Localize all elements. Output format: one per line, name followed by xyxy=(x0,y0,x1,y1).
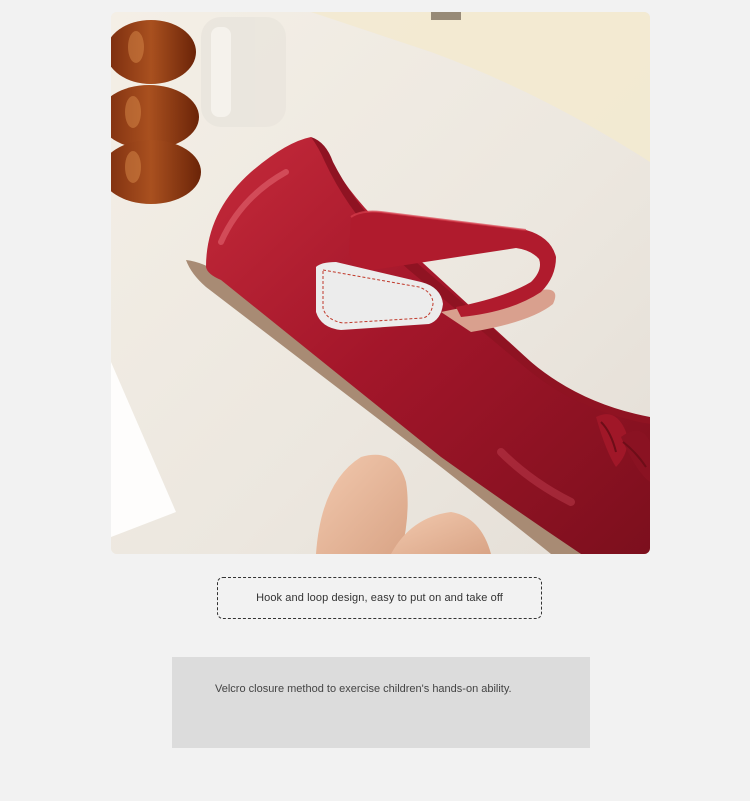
shoe-photo-illustration xyxy=(111,12,650,554)
caption-box: Hook and loop design, easy to put on and… xyxy=(217,577,542,619)
description-text: Velcro closure method to exercise childr… xyxy=(215,683,512,695)
amber-vase xyxy=(111,20,201,204)
caption-text: Hook and loop design, easy to put on and… xyxy=(256,592,503,604)
clear-glass xyxy=(201,17,286,127)
description-box: Velcro closure method to exercise childr… xyxy=(172,657,590,748)
product-photo xyxy=(111,12,650,554)
